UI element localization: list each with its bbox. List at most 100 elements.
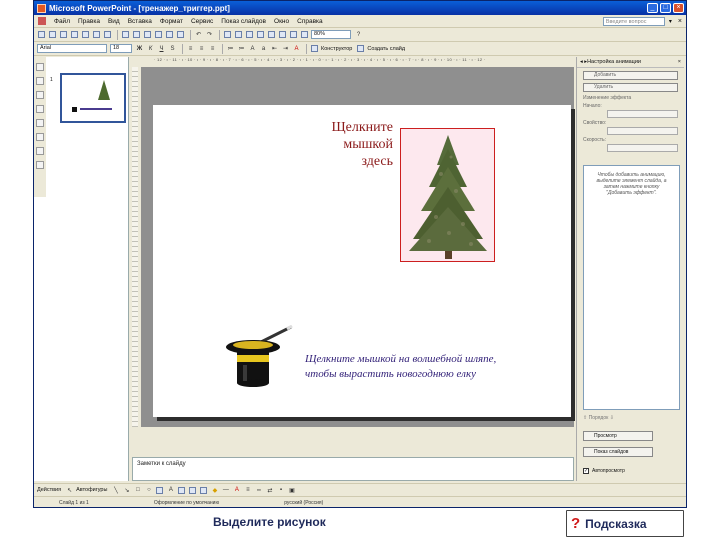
tool-icon-5[interactable] bbox=[36, 147, 44, 155]
speed-select[interactable] bbox=[607, 144, 678, 152]
help-dropdown-icon[interactable]: ▾ bbox=[669, 18, 672, 25]
menu-tools[interactable]: Сервис bbox=[187, 18, 217, 25]
font-combo[interactable]: Arial bbox=[37, 44, 107, 53]
underline-icon[interactable]: Ч bbox=[157, 44, 166, 53]
copy-icon[interactable] bbox=[154, 30, 163, 39]
start-select[interactable] bbox=[607, 110, 678, 118]
outline-tab[interactable] bbox=[36, 63, 44, 71]
new-icon[interactable] bbox=[37, 30, 46, 39]
actions-menu[interactable]: Действия bbox=[37, 487, 61, 493]
increase-font-icon[interactable]: A bbox=[248, 44, 257, 53]
property-select[interactable] bbox=[607, 127, 678, 135]
font-size-combo[interactable]: 18 bbox=[110, 44, 132, 53]
taskpane-close-icon[interactable]: × bbox=[678, 59, 681, 65]
shadow-style-icon[interactable]: ▪ bbox=[276, 486, 285, 495]
research-icon[interactable] bbox=[132, 30, 141, 39]
save-icon[interactable] bbox=[59, 30, 68, 39]
close-document-icon[interactable]: × bbox=[678, 18, 682, 25]
picture-icon[interactable] bbox=[199, 486, 208, 495]
redo-icon[interactable]: ↷ bbox=[205, 30, 214, 39]
tool-icon-6[interactable] bbox=[36, 161, 44, 169]
back-icon[interactable]: ◂ ▸ bbox=[580, 59, 587, 65]
animation-list[interactable]: Чтобы добавить анимацию, выделите элемен… bbox=[583, 165, 680, 410]
menu-format[interactable]: Формат bbox=[156, 18, 187, 25]
help-icon[interactable]: ? bbox=[354, 30, 363, 39]
color-grayscale-icon[interactable] bbox=[300, 30, 309, 39]
line-style-icon[interactable]: ≡ bbox=[243, 486, 252, 495]
remove-effect-button[interactable]: Удалить bbox=[583, 83, 678, 92]
menu-edit[interactable]: Правка bbox=[74, 18, 104, 25]
dash-style-icon[interactable]: ┅ bbox=[254, 486, 263, 495]
3d-style-icon[interactable]: ▣ bbox=[287, 486, 296, 495]
cut-icon[interactable] bbox=[143, 30, 152, 39]
bold-icon[interactable]: Ж bbox=[135, 44, 144, 53]
tool-icon-1[interactable] bbox=[36, 91, 44, 99]
menu-insert[interactable]: Вставка bbox=[124, 18, 156, 25]
christmas-tree-picture[interactable] bbox=[400, 128, 495, 262]
magic-hat-picture[interactable] bbox=[225, 324, 295, 389]
arrow-style-icon[interactable]: ⇄ bbox=[265, 486, 274, 495]
email-icon[interactable] bbox=[81, 30, 90, 39]
diagram-icon[interactable] bbox=[177, 486, 186, 495]
hyperlink-icon[interactable] bbox=[256, 30, 265, 39]
design-icon[interactable] bbox=[310, 44, 319, 53]
checkbox-checked-icon[interactable]: ✓ bbox=[583, 468, 589, 474]
font-color-icon[interactable]: A bbox=[292, 44, 301, 53]
menu-slideshow[interactable]: Показ слайдов bbox=[217, 18, 270, 25]
preview-icon[interactable] bbox=[103, 30, 112, 39]
grid-icon[interactable] bbox=[289, 30, 298, 39]
align-center-icon[interactable]: ≡ bbox=[197, 44, 206, 53]
undo-icon[interactable]: ↶ bbox=[194, 30, 203, 39]
show-formatting-icon[interactable] bbox=[278, 30, 287, 39]
table-icon[interactable] bbox=[234, 30, 243, 39]
play-button[interactable]: Просмотр bbox=[583, 431, 653, 441]
align-left-icon[interactable]: ≡ bbox=[186, 44, 195, 53]
help-search-input[interactable]: Введите вопрос bbox=[602, 16, 665, 26]
minimize-button[interactable]: _ bbox=[647, 3, 658, 13]
numbering-icon[interactable]: ≔ bbox=[226, 44, 235, 53]
increase-indent-icon[interactable]: ⇥ bbox=[281, 44, 290, 53]
slideshow-button[interactable]: Показ слайдов bbox=[583, 447, 653, 457]
decrease-indent-icon[interactable]: ⇤ bbox=[270, 44, 279, 53]
design-button[interactable]: Конструктор bbox=[321, 46, 352, 52]
new-slide-icon[interactable] bbox=[356, 44, 365, 53]
select-arrow-icon[interactable]: ↖ bbox=[65, 486, 74, 495]
print-icon[interactable] bbox=[92, 30, 101, 39]
align-right-icon[interactable]: ≡ bbox=[208, 44, 217, 53]
arrow-icon[interactable]: ↘ bbox=[122, 486, 131, 495]
open-icon[interactable] bbox=[48, 30, 57, 39]
menu-help[interactable]: Справка bbox=[293, 18, 327, 25]
menu-file[interactable]: Файл bbox=[50, 18, 74, 25]
oval-icon[interactable]: ○ bbox=[144, 486, 153, 495]
line-color-icon[interactable]: — bbox=[221, 486, 230, 495]
textbox-icon[interactable] bbox=[155, 486, 164, 495]
slides-tab[interactable] bbox=[36, 77, 44, 85]
close-button[interactable]: × bbox=[673, 3, 684, 13]
zoom-combo[interactable]: 80% bbox=[311, 30, 351, 39]
bullets-icon[interactable]: ≔ bbox=[237, 44, 246, 53]
menu-view[interactable]: Вид bbox=[104, 18, 124, 25]
reorder-control[interactable]: ⇧ Порядок ⇩ bbox=[583, 415, 614, 421]
expand-icon[interactable] bbox=[267, 30, 276, 39]
add-effect-button[interactable]: Добавить bbox=[583, 71, 678, 80]
italic-icon[interactable]: К bbox=[146, 44, 155, 53]
permission-icon[interactable] bbox=[70, 30, 79, 39]
hint-button[interactable]: ? Подсказка bbox=[566, 510, 684, 537]
rectangle-icon[interactable]: □ bbox=[133, 486, 142, 495]
spelling-icon[interactable] bbox=[121, 30, 130, 39]
autopreview-checkbox[interactable]: ✓ Автопросмотр bbox=[583, 468, 625, 474]
text-color-icon[interactable]: A bbox=[232, 486, 241, 495]
shadow-icon[interactable]: S bbox=[168, 44, 177, 53]
slide-canvas[interactable]: Щелкните мышкой здесь Щелкните мышкой на… bbox=[153, 105, 571, 417]
chart-icon[interactable] bbox=[223, 30, 232, 39]
decrease-font-icon[interactable]: a bbox=[259, 44, 268, 53]
format-painter-icon[interactable] bbox=[176, 30, 185, 39]
tool-icon-4[interactable] bbox=[36, 133, 44, 141]
tool-icon-2[interactable] bbox=[36, 105, 44, 113]
document-icon[interactable] bbox=[38, 17, 46, 25]
click-here-text[interactable]: Щелкните мышкой здесь bbox=[303, 119, 393, 170]
paste-icon[interactable] bbox=[165, 30, 174, 39]
tables-borders-icon[interactable] bbox=[245, 30, 254, 39]
notes-pane[interactable]: Заметки к слайду bbox=[132, 457, 574, 481]
move-down-icon[interactable]: ⇩ bbox=[610, 415, 614, 421]
